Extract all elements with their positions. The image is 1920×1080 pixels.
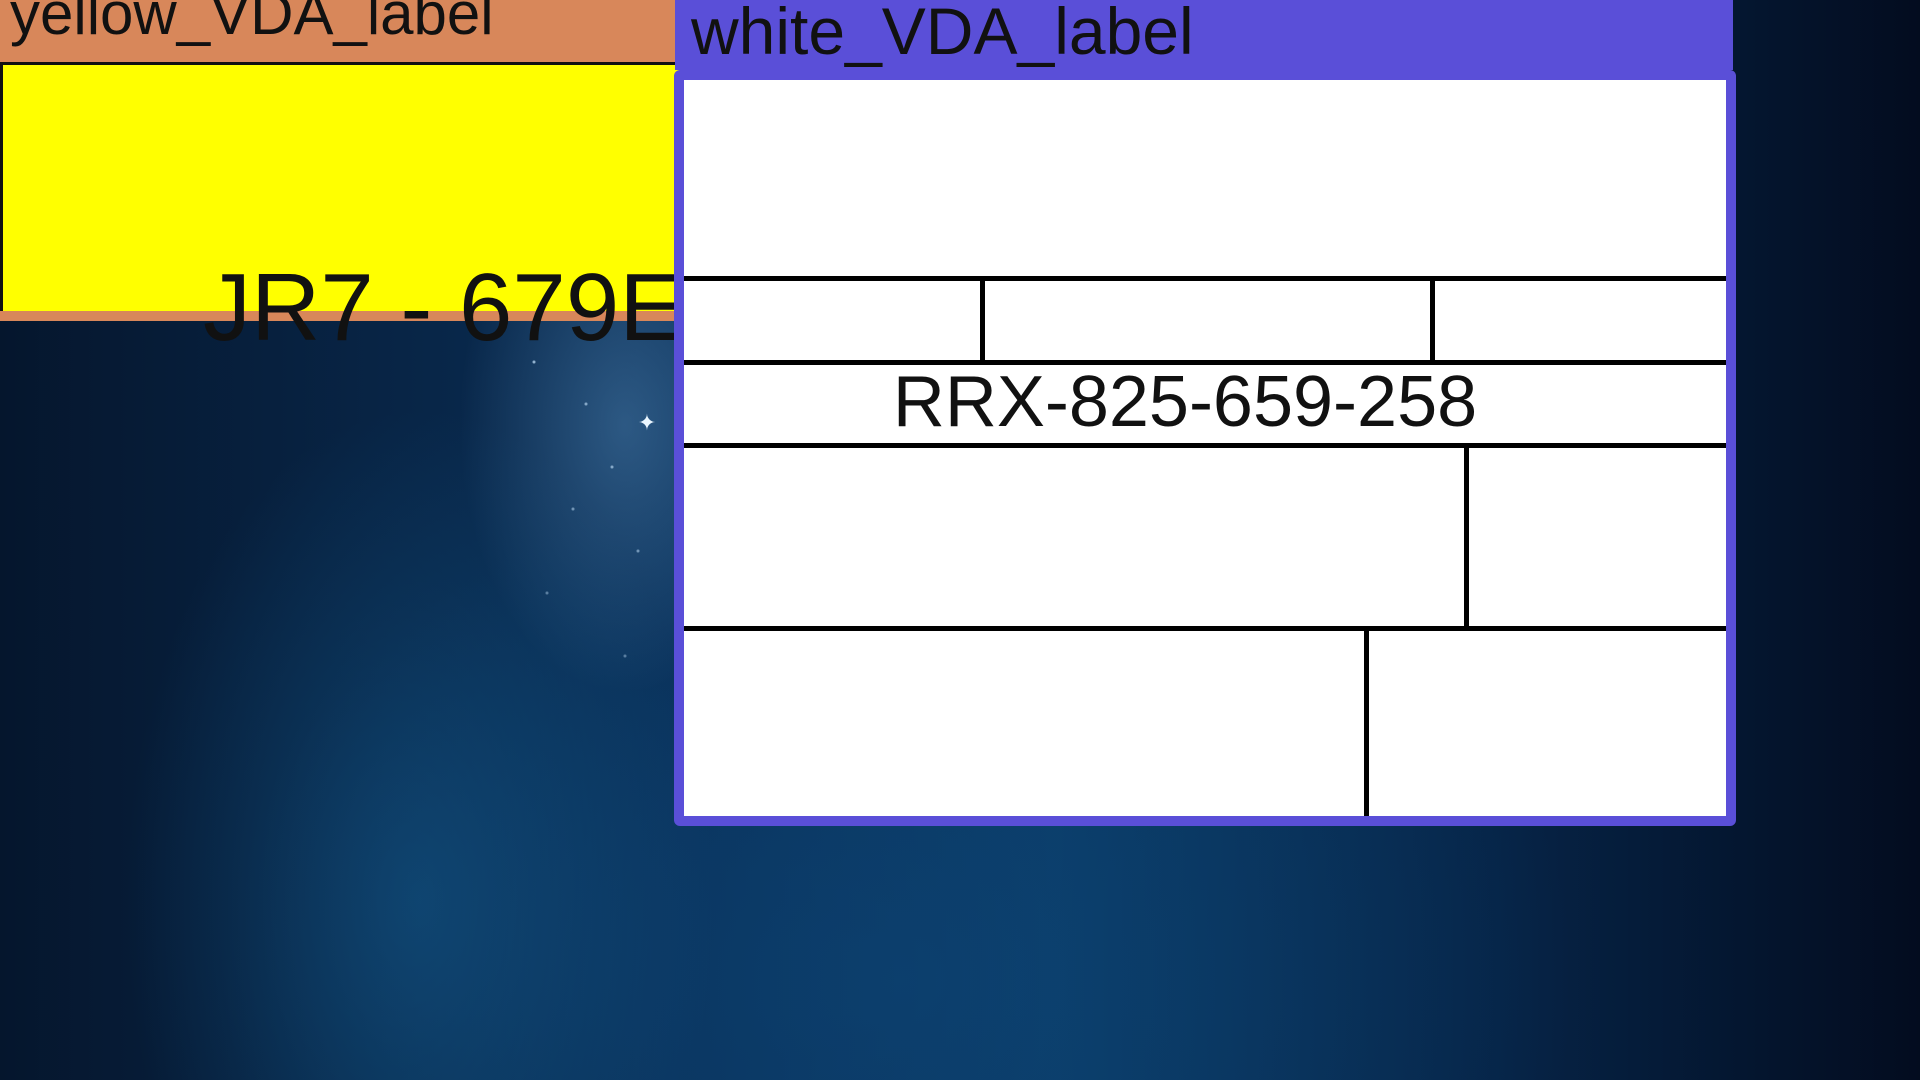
wallpaper-stars	[430, 320, 690, 740]
yellow-label-code: JR7 - 679E	[203, 254, 684, 361]
white-label-code: RRX-825-659-258	[892, 362, 1478, 442]
white-window-frame: RRX-825-659-258	[674, 70, 1736, 826]
yellow-vda-window[interactable]: yellow_VDA_label JR7 - 679E	[0, 0, 700, 356]
white-label-form: RRX-825-659-258	[684, 80, 1726, 816]
form-column-divider-2	[1430, 276, 1435, 365]
form-column-divider-4	[1364, 626, 1369, 816]
yellow-label-body: JR7 - 679E	[0, 62, 700, 356]
white-window-titlebar[interactable]: white_VDA_label	[675, 0, 1733, 70]
form-divider-1	[684, 276, 1726, 281]
form-divider-3	[684, 443, 1726, 448]
form-column-divider-1	[980, 276, 985, 365]
white-window-title: white_VDA_label	[691, 0, 1194, 68]
form-column-divider-3	[1464, 443, 1469, 631]
form-divider-4	[684, 626, 1726, 631]
white-vda-window[interactable]: white_VDA_label RRX-825-659-258	[674, 0, 1736, 826]
yellow-window-title: yellow_VDA_label	[10, 0, 494, 47]
sparkle-icon: ✦	[637, 410, 657, 435]
